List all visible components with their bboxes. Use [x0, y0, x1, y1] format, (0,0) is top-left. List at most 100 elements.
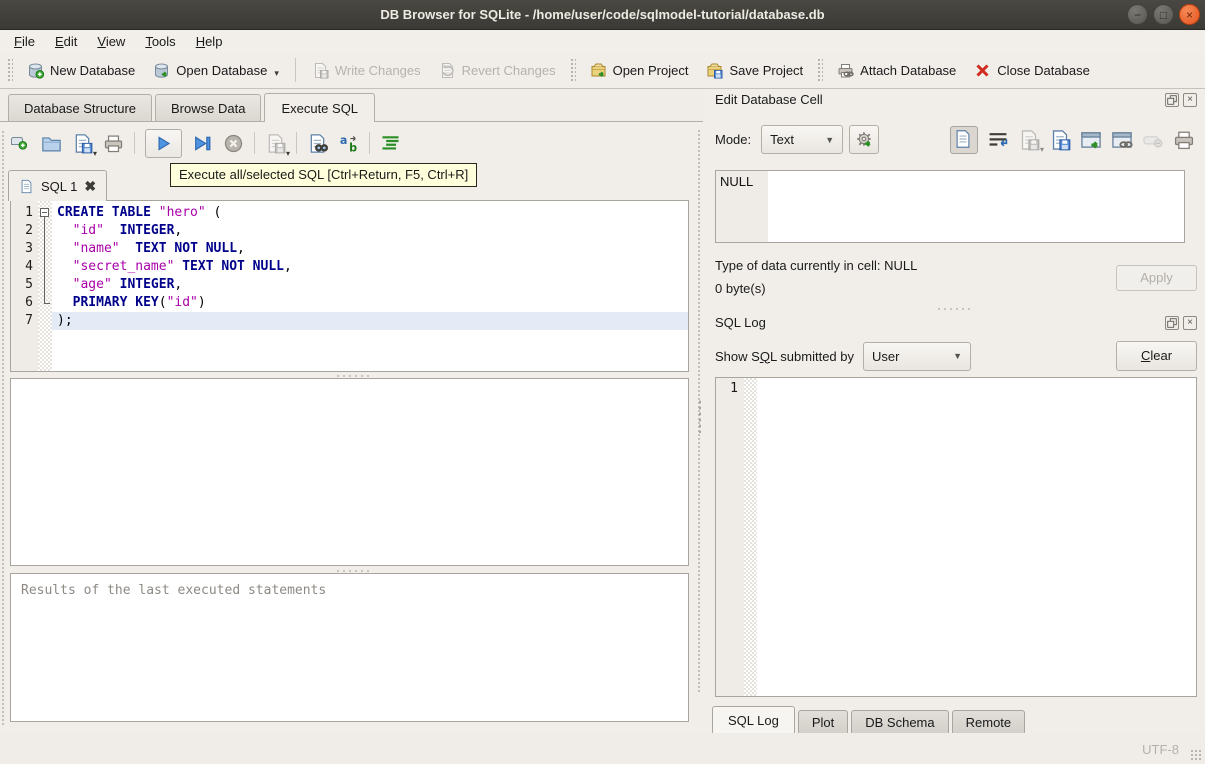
close-panel-button[interactable]: × — [1183, 92, 1197, 107]
panel-splitter-handle[interactable] — [936, 307, 970, 311]
code-line[interactable]: "secret_name" TEXT NOT NULL, — [52, 258, 688, 276]
attach-database-icon — [837, 62, 854, 79]
mode-combobox[interactable]: Text ▼ — [761, 125, 844, 154]
editor-code[interactable]: CREATE TABLE "hero" ( "id" INTEGER, "nam… — [52, 201, 688, 371]
apply-button[interactable]: Apply — [1116, 265, 1197, 291]
set-null-icon[interactable] — [1142, 129, 1164, 151]
close-icon: × — [1185, 8, 1193, 22]
cell-content: NULL — [720, 174, 754, 189]
editor-fold-margin[interactable] — [38, 201, 52, 371]
replace-icon[interactable] — [338, 133, 359, 154]
open-sql-file-icon[interactable] — [41, 133, 62, 154]
execute-all-icon — [154, 134, 173, 153]
toolbar-separator — [294, 58, 296, 82]
tab-sql-log[interactable]: SQL Log — [712, 706, 795, 735]
cell-editor[interactable]: NULL — [715, 170, 1185, 243]
edit-cell-toolbar: Mode: Text ▼ ▾ — [715, 125, 1195, 154]
results-grid-pane[interactable] — [10, 378, 689, 566]
save-project-button[interactable]: Save Project — [697, 57, 812, 84]
toolbar-drag-handle[interactable] — [7, 58, 13, 82]
tab-execute-sql[interactable]: Execute SQL — [264, 93, 376, 122]
tab-remote[interactable]: Remote — [951, 710, 1026, 735]
open-project-icon — [590, 62, 607, 79]
minimize-button[interactable]: − — [1127, 4, 1148, 25]
word-wrap-icon[interactable] — [987, 129, 1009, 151]
close-button[interactable]: × — [1179, 4, 1200, 25]
clear-log-button[interactable]: Clear — [1116, 341, 1197, 371]
write-changes-button[interactable]: Write Changes — [303, 57, 430, 84]
execute-line-icon[interactable] — [192, 133, 213, 154]
tab-plot[interactable]: Plot — [797, 710, 849, 735]
code-line[interactable]: "id" INTEGER, — [52, 222, 688, 240]
code-line[interactable]: CREATE TABLE "hero" ( — [52, 204, 688, 222]
close-database-button[interactable]: Close Database — [965, 57, 1099, 84]
menu-tools[interactable]: Tools — [135, 32, 185, 51]
log-gutter: 1 — [716, 378, 744, 696]
close-sql-tab-icon[interactable]: ✖ — [84, 179, 96, 193]
float-panel-button[interactable] — [1165, 315, 1179, 330]
main-toolbar: New Database Open Database ▾ Write Chang… — [0, 52, 1205, 89]
code-line[interactable]: "age" INTEGER, — [52, 276, 688, 294]
resize-grip[interactable] — [1190, 749, 1202, 761]
format-icon[interactable] — [380, 133, 401, 154]
dock-splitter-handle[interactable] — [698, 399, 702, 433]
fold-collapse-icon[interactable] — [40, 208, 49, 217]
cell-editor-text-area[interactable] — [768, 171, 1184, 242]
tab-browse-data[interactable]: Browse Data — [155, 94, 262, 121]
sql-log-view[interactable]: 1 — [715, 377, 1197, 697]
tab-db-schema[interactable]: DB Schema — [851, 710, 949, 735]
sql-file-tab[interactable]: SQL 1 ✖ — [8, 170, 108, 201]
cell-editor-gutter: NULL — [716, 171, 768, 242]
titlebar[interactable]: DB Browser for SQLite - /home/user/code/… — [0, 0, 1205, 30]
maximize-button[interactable]: □ — [1153, 4, 1174, 25]
toolbar-separator — [296, 132, 297, 154]
print-cell-icon[interactable] — [1173, 129, 1195, 151]
stop-icon[interactable] — [223, 133, 244, 154]
code-line[interactable]: PRIMARY KEY("id") — [52, 294, 688, 312]
save-sql-file-icon[interactable]: ▾ — [72, 133, 97, 158]
new-tab-icon[interactable] — [10, 133, 31, 154]
toolbar-drag-handle[interactable] — [817, 58, 824, 82]
revert-changes-button[interactable]: Revert Changes — [430, 57, 565, 84]
toolbar-separator — [254, 132, 255, 154]
menu-view[interactable]: View — [87, 32, 135, 51]
results-message-pane[interactable]: Results of the last executed statements — [10, 573, 689, 722]
export-data-icon[interactable] — [1049, 129, 1071, 151]
open-project-button[interactable]: Open Project — [581, 57, 698, 84]
menu-edit[interactable]: Edit — [45, 32, 87, 51]
open-external-icon[interactable] — [1080, 129, 1102, 151]
code-line[interactable]: ); — [52, 312, 688, 330]
find-icon[interactable] — [307, 133, 328, 154]
filter-label: Show SQL submitted by — [715, 348, 854, 364]
right-dock: Edit Database Cell × Mode: Text ▼ ▾ NULL… — [697, 89, 1205, 735]
menu-help[interactable]: Help — [186, 32, 233, 51]
submitted-by-combobox[interactable]: User ▼ — [863, 341, 971, 371]
code-line[interactable]: "name" TEXT NOT NULL, — [52, 240, 688, 258]
menu-file[interactable]: File — [4, 32, 45, 51]
print-icon[interactable] — [103, 133, 124, 154]
float-panel-button[interactable] — [1165, 92, 1179, 107]
new-database-button[interactable]: New Database — [18, 57, 144, 84]
link-icon[interactable] — [1111, 129, 1133, 151]
tab-database-structure[interactable]: Database Structure — [8, 94, 153, 121]
import-data-icon[interactable]: ▾ — [1018, 129, 1044, 154]
auto-switch-mode-button[interactable] — [849, 125, 880, 154]
sql-toolbar: ▾ ▾ — [10, 127, 401, 159]
revert-changes-icon — [439, 62, 456, 79]
edit-cell-title: Edit Database Cell — [715, 92, 823, 107]
open-database-dropdown-arrow[interactable]: ▾ — [274, 68, 279, 79]
attach-database-button[interactable]: Attach Database — [828, 57, 965, 84]
open-database-button[interactable]: Open Database ▾ — [144, 57, 288, 84]
text-mode-icon[interactable] — [950, 125, 978, 154]
close-panel-button[interactable]: × — [1183, 315, 1197, 330]
chevron-down-icon: ▼ — [825, 134, 835, 145]
log-text-area[interactable] — [757, 378, 1196, 696]
sql-editor[interactable]: 1234567 CREATE TABLE "hero" ( "id" INTEG… — [10, 200, 689, 372]
execute-tooltip: Execute all/selected SQL [Ctrl+Return, F… — [170, 163, 478, 187]
execute-all-button[interactable] — [145, 128, 182, 158]
toolbar-drag-handle[interactable] — [569, 58, 576, 82]
save-results-icon[interactable]: ▾ — [265, 133, 290, 158]
dock-drag-handle[interactable] — [1, 130, 6, 725]
window-title: DB Browser for SQLite - /home/user/code/… — [380, 7, 825, 22]
sql-document-icon — [19, 179, 34, 194]
